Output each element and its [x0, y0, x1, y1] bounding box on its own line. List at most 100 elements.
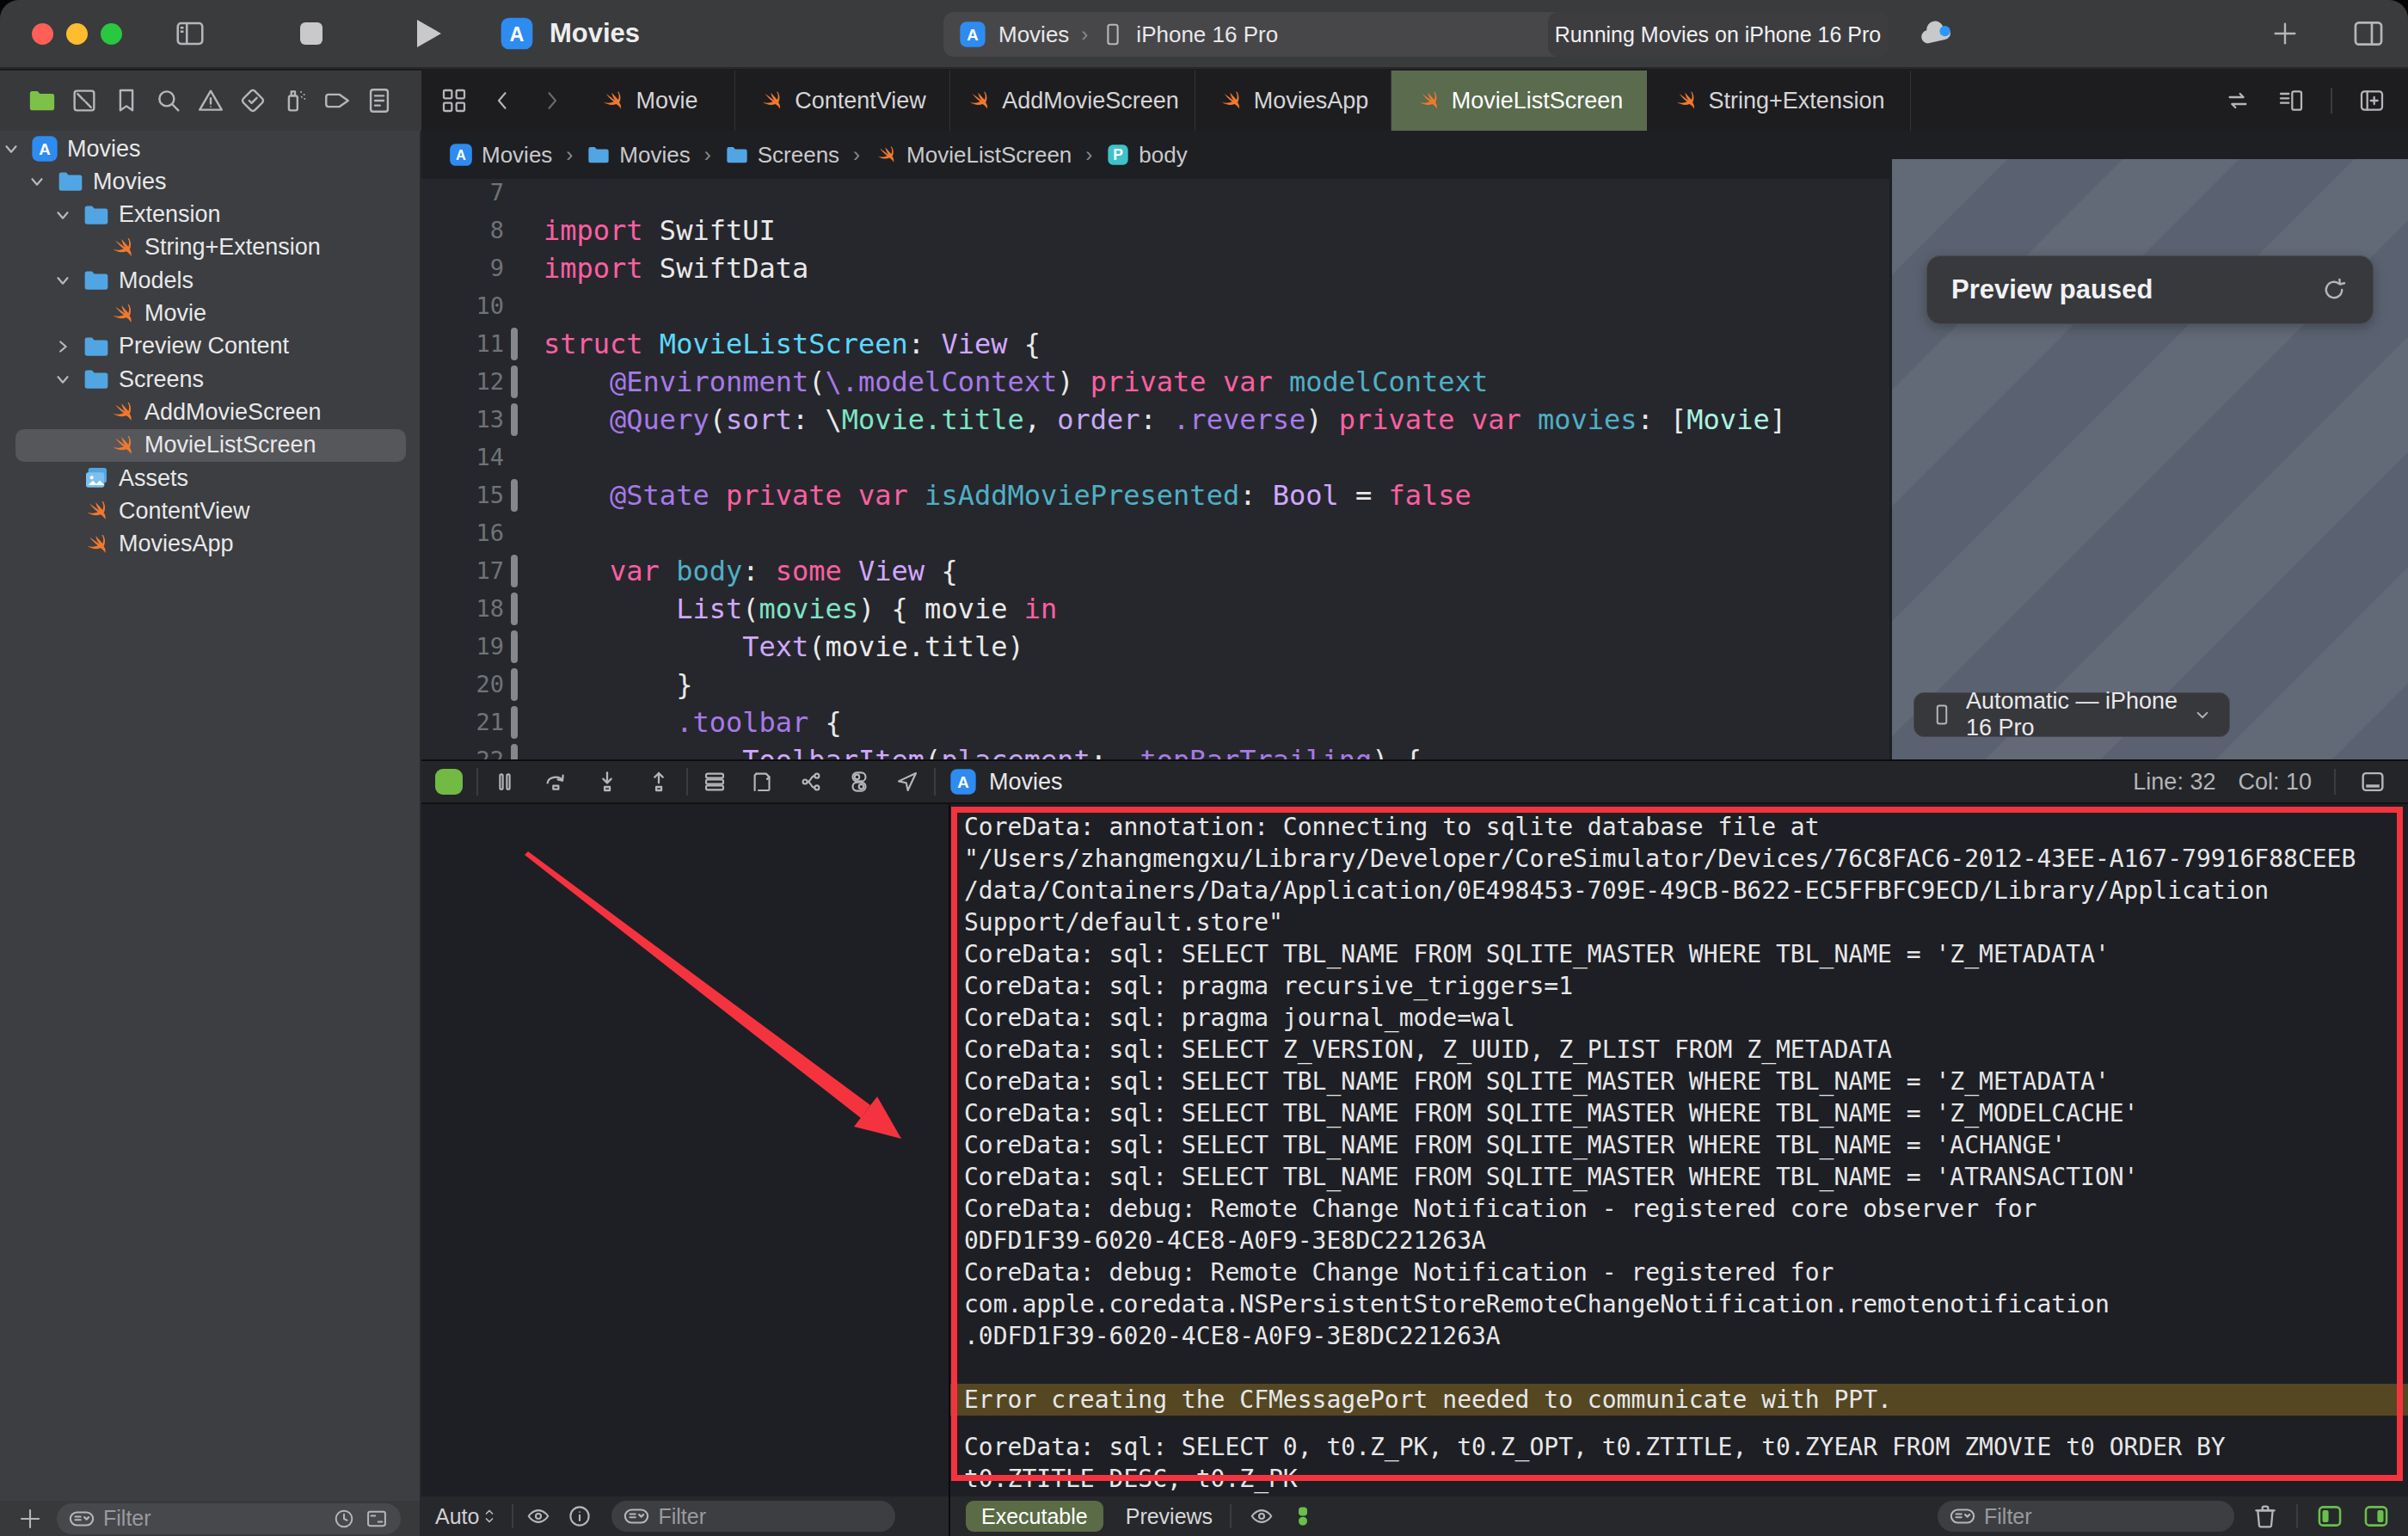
sidebar-item-AddMovieScreen[interactable]: AddMovieScreen [0, 396, 421, 428]
executable-scope-button[interactable]: Executable [966, 1501, 1103, 1532]
add-tab-button[interactable] [2270, 19, 2300, 48]
print-description-icon[interactable] [567, 1503, 593, 1529]
sidebar-item-Screens[interactable]: Screens [0, 363, 421, 396]
change-bar [511, 479, 518, 512]
navigator-debug-gauge-icon[interactable] [280, 86, 310, 115]
swap-editor-icon[interactable] [2224, 87, 2251, 114]
chevron-down-icon[interactable] [53, 206, 74, 224]
tab-AddMovieScreen[interactable]: AddMovieScreen [950, 71, 1195, 131]
chevron-right-icon[interactable] [53, 337, 74, 356]
sidebar-item-MoviesApp[interactable]: MoviesApp [0, 528, 421, 561]
previews-scope-button[interactable]: Previews [1126, 1504, 1213, 1529]
navigator-report-icon[interactable] [365, 86, 394, 115]
sidebar-item-Extension[interactable]: Extension [0, 199, 421, 231]
tab-String+Extension[interactable]: String+Extension [1647, 71, 1911, 131]
clear-console-button[interactable] [2251, 1502, 2279, 1530]
code-editor[interactable]: 78import SwiftUI9import SwiftData1011str… [421, 179, 1889, 759]
console-pane-toggle[interactable] [2362, 1502, 2391, 1531]
console-filter-field[interactable]: Filter [1938, 1501, 2234, 1532]
sidebar-item-Models[interactable]: Models [0, 264, 421, 297]
back-icon[interactable] [490, 88, 516, 114]
tab-bar: MovieContentViewAddMovieScreenMoviesAppM… [421, 71, 2408, 131]
console-output[interactable]: CoreData: annotation: Connecting to sqli… [949, 804, 2408, 1496]
change-bar [511, 668, 518, 701]
code-line-21: 21 .toolbar { [421, 703, 1889, 741]
environment-overrides-icon[interactable] [798, 769, 824, 795]
variables-filter-field[interactable]: Filter [611, 1501, 895, 1532]
run-button[interactable] [435, 769, 463, 795]
debugger-status-icon [1290, 1503, 1316, 1529]
line-number: 22 [421, 741, 504, 759]
simulate-location-icon[interactable] [894, 769, 920, 795]
navigator-search-icon[interactable] [154, 86, 183, 115]
navigator-tag-icon[interactable] [322, 86, 352, 115]
sidebar-item-Preview Content[interactable]: Preview Content [0, 330, 421, 363]
debug-view-hierarchy-icon[interactable] [702, 769, 728, 795]
memory-graph-icon[interactable] [750, 769, 776, 795]
step-into-icon[interactable] [593, 768, 621, 796]
activity-pill[interactable]: A Movies › iPhone 16 Pro Running Movies … [943, 12, 1888, 57]
forward-icon[interactable] [538, 88, 564, 114]
breadcrumb-item-body[interactable]: Pbody [1106, 142, 1187, 169]
pause-icon[interactable] [492, 769, 518, 795]
maximize-window-button[interactable] [101, 23, 122, 45]
quicklook-icon[interactable] [525, 1503, 551, 1529]
chevron-down-icon[interactable] [53, 370, 74, 389]
line-number: 20 [421, 666, 504, 703]
chevron-down-icon[interactable] [28, 172, 48, 191]
navigator-warning-icon[interactable] [196, 86, 225, 115]
breadcrumb-item-Movies[interactable]: AMovies [449, 142, 552, 169]
tab-MovieListScreen[interactable]: MovieListScreen [1391, 71, 1647, 131]
sidebar-item-ContentView[interactable]: ContentView [0, 495, 421, 527]
breadcrumb-item-Screens[interactable]: Screens [725, 142, 839, 169]
close-window-button[interactable] [32, 23, 53, 45]
resume-preview-button[interactable] [2319, 275, 2349, 304]
navigator-folder-icon[interactable] [28, 86, 57, 115]
line-number: 9 [421, 249, 504, 287]
sidebar-item-Assets[interactable]: Assets [0, 462, 421, 495]
filter-placeholder: Filter [658, 1504, 706, 1529]
step-out-icon[interactable] [645, 768, 673, 796]
item-label: Movies [93, 169, 167, 195]
sidebar-item-String+Extension[interactable]: String+Extension [0, 231, 421, 264]
navigator-filter-field[interactable]: Filter [57, 1503, 401, 1534]
sidebar-item-Movies[interactable]: AMovies [0, 132, 421, 165]
tab-Movie[interactable]: Movie [563, 71, 735, 131]
step-over-icon[interactable] [542, 768, 569, 796]
variables-pane-toggle[interactable] [2315, 1502, 2344, 1531]
add-file-button[interactable] [17, 1506, 43, 1532]
minimize-window-button[interactable] [66, 23, 88, 45]
right-panel-toggle[interactable] [2352, 17, 2385, 50]
line-number: 21 [421, 703, 504, 741]
source-control-filter-icon[interactable] [365, 1507, 389, 1531]
breadcrumb-item-Movies[interactable]: Movies [587, 142, 690, 169]
related-items-icon[interactable] [440, 87, 468, 114]
preview-device-selector[interactable]: Automatic — iPhone 16 Pro [1914, 692, 2230, 737]
tab-ContentView[interactable]: ContentView [735, 71, 950, 131]
navigator-bookmark-icon[interactable] [112, 86, 141, 115]
navigator-changes-icon[interactable] [70, 86, 99, 115]
quicklook-icon[interactable] [1249, 1503, 1275, 1529]
sidebar-item-Movies[interactable]: Movies [0, 165, 421, 198]
debug-area-toggle[interactable] [2358, 767, 2387, 796]
split-editor-icon[interactable] [2358, 87, 2386, 114]
navigator-test-icon[interactable] [238, 86, 267, 115]
runtime-issues-icon[interactable] [846, 769, 872, 795]
line-number: 11 [421, 325, 504, 363]
sidebar-item-MovieListScreen[interactable]: MovieListScreen [0, 429, 421, 462]
recent-files-icon[interactable] [332, 1507, 356, 1531]
chevron-down-icon [2191, 703, 2214, 726]
play-button[interactable] [417, 20, 441, 47]
chevron-down-icon[interactable] [53, 271, 74, 290]
console-log-line [950, 1416, 2408, 1431]
breadcrumb-item-MovieListScreen[interactable]: MovieListScreen [874, 142, 1072, 169]
sidebar-toggle-icon[interactable] [175, 18, 206, 49]
chevron-down-icon[interactable] [2, 139, 22, 158]
tab-MoviesApp[interactable]: MoviesApp [1195, 71, 1391, 131]
variables-scope-select[interactable]: Auto [435, 1504, 479, 1529]
sidebar-item-Movie[interactable]: Movie [0, 298, 421, 330]
stop-button[interactable] [300, 22, 322, 45]
folder-icon [82, 365, 111, 394]
item-label: Movies [67, 136, 141, 163]
minimap-icon[interactable] [2277, 87, 2305, 114]
